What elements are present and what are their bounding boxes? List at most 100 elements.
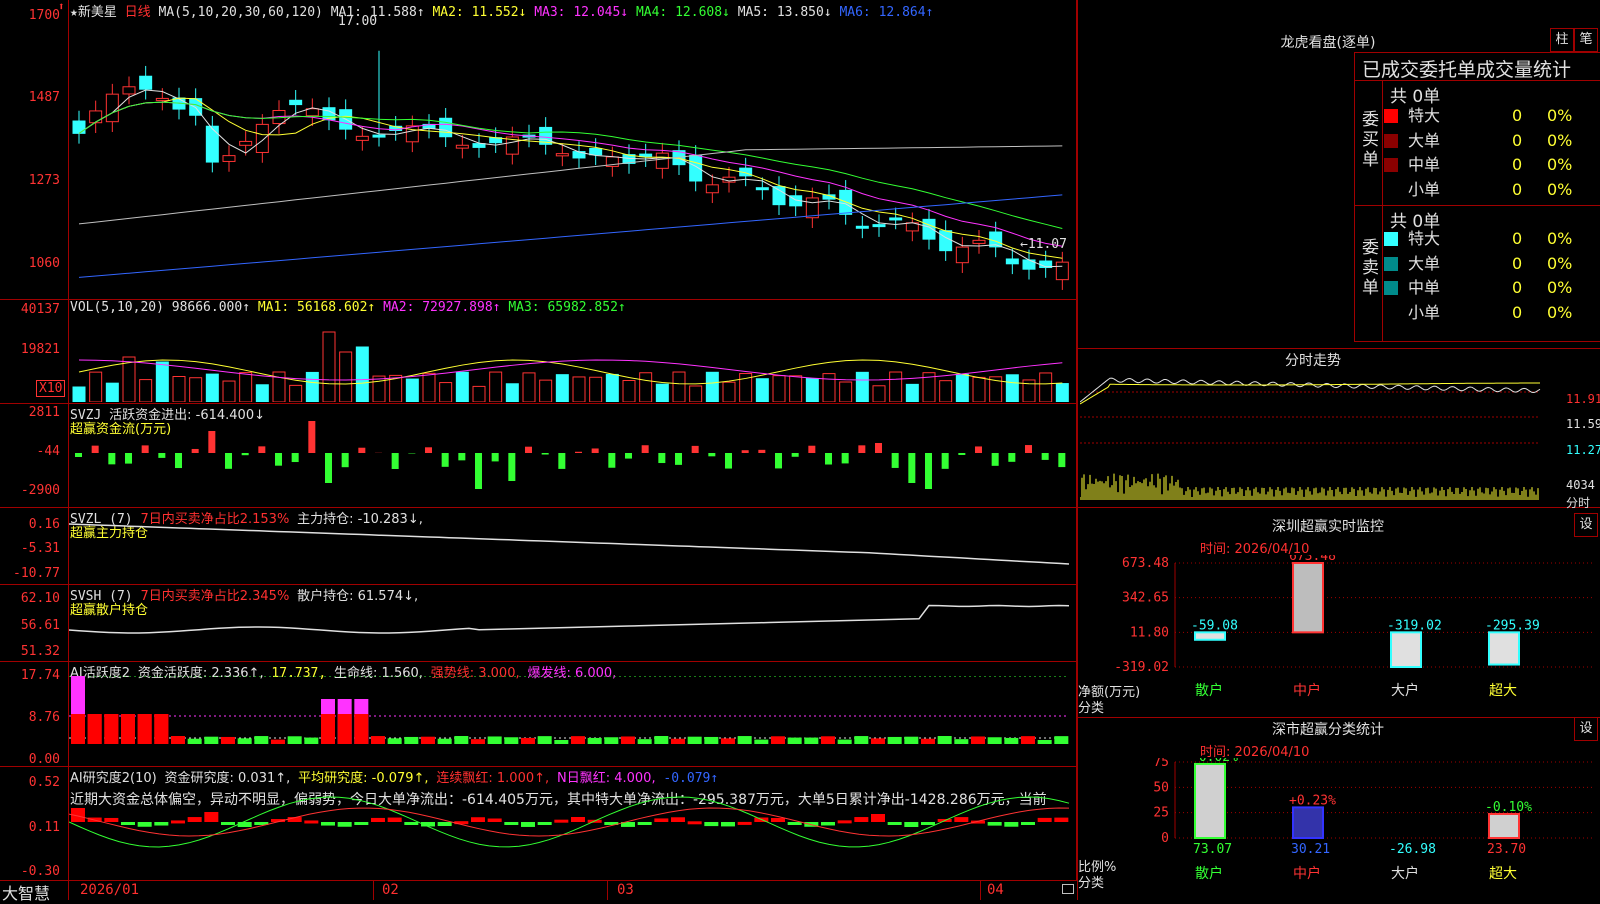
volume-bar	[856, 372, 868, 402]
activity-bar-base	[154, 714, 168, 744]
ma-line	[79, 98, 1062, 258]
svzj-ytick-0: 2811	[0, 405, 60, 420]
sz-monitor-chart[interactable]: 673.48342.6511.80-319.02-59.08散户673.48中户…	[1078, 555, 1600, 715]
sell-side-label: 委卖单	[1362, 238, 1380, 298]
activity-bar	[1021, 736, 1035, 744]
activity-bar	[971, 736, 985, 744]
vol-ma3: MA3: 65982.852↑	[508, 300, 625, 315]
candle	[973, 230, 985, 254]
activity-bar	[588, 738, 602, 744]
sell-row-count: 0	[1512, 252, 1522, 276]
sz-class-bar[interactable]	[1489, 814, 1519, 838]
volume-bar	[290, 385, 302, 402]
volume-bar	[756, 379, 768, 402]
research-bar	[338, 822, 352, 827]
fund-flow-chart[interactable]	[69, 418, 1075, 506]
lock-icon[interactable]	[1062, 884, 1074, 894]
volume-bar	[456, 372, 468, 402]
volume-bar	[73, 387, 85, 402]
sell-row-pct: 0%	[1547, 227, 1572, 251]
x-label-1: 02	[382, 882, 399, 898]
flow-bar	[475, 453, 482, 489]
dragon-tiger-divider-top	[1354, 80, 1600, 81]
activity-bar	[754, 740, 768, 744]
ai-research-avg: 平均研究度: -0.079↑,	[298, 771, 428, 786]
sz-class-bar[interactable]	[1293, 807, 1323, 838]
buy-row-pct: 0%	[1547, 178, 1572, 202]
activity-bar	[604, 737, 618, 744]
activity-bar	[471, 739, 485, 744]
volume-bar	[473, 386, 485, 402]
sz-class-settings-button[interactable]: 设	[1574, 717, 1598, 741]
svsh-ytick-1: 56.61	[0, 618, 60, 633]
flow-bar	[275, 453, 282, 466]
flow-bar	[225, 453, 232, 469]
sell-row-swatch	[1384, 257, 1398, 271]
main-chart-area[interactable]: ★新美星 日线 MA(5,10,20,30,60,120) MA1: 11.58…	[0, 0, 1077, 900]
ai-active-ytick-0: 17.74	[0, 668, 60, 683]
sz-class-chart[interactable]: 7550250-0.02%73.07散户+0.23%30.21中户-26.98大…	[1078, 758, 1600, 900]
sz-class-bar[interactable]	[1195, 764, 1225, 838]
flow-bar	[825, 453, 832, 465]
main-ytick-0: 1700	[0, 8, 60, 23]
buy-row-swatch	[1384, 183, 1398, 197]
sz-class-ytick: 0	[1161, 831, 1169, 846]
candlestick-chart[interactable]	[69, 14, 1075, 298]
dragon-tiger-subtitle: 已成交委托单成交量统计	[1362, 55, 1571, 82]
intraday-chart[interactable]	[1080, 366, 1542, 506]
svzl-ytick-1: -5.31	[0, 541, 60, 556]
volume-bar	[240, 373, 252, 402]
sz-class-title: 深市超赢分类统计	[1228, 719, 1428, 739]
sell-row-count: 0	[1512, 227, 1522, 251]
intraday-price-0: 11.91	[1566, 392, 1600, 406]
activity-bar-base	[321, 714, 335, 744]
svsh-ytick-0: 62.10	[0, 591, 60, 606]
sz-class-change-label: -0.10%	[1485, 800, 1532, 815]
activity-bar	[488, 736, 502, 744]
candle	[940, 220, 952, 261]
candle	[290, 90, 302, 115]
research-bar	[504, 822, 518, 825]
intraday-vol: 4034	[1566, 478, 1595, 492]
sz-monitor-bar[interactable]	[1293, 563, 1323, 632]
sell-row-label: 中单	[1408, 276, 1440, 300]
activity-bar	[921, 739, 935, 744]
flow-bar	[792, 453, 799, 457]
activity-bar-base	[354, 714, 368, 744]
volume-bar	[906, 384, 918, 402]
sz-monitor-bar[interactable]	[1391, 632, 1421, 667]
candle	[773, 176, 785, 215]
volume-chart[interactable]	[69, 314, 1075, 402]
sz-monitor-settings-button[interactable]: 设	[1574, 513, 1598, 537]
activity-bar	[854, 736, 868, 744]
activity-bar	[804, 738, 818, 744]
flow-bar	[292, 453, 299, 462]
volume-bar	[806, 379, 818, 402]
sz-monitor-bar[interactable]	[1489, 632, 1519, 664]
volume-bar	[623, 380, 635, 402]
ma-line	[79, 102, 1062, 228]
high-price-mark: 17.00	[338, 14, 377, 29]
tick-view-button[interactable]: 笔	[1574, 28, 1598, 52]
ai-active-ytick-1: 8.76	[0, 710, 60, 725]
activity-bar-base	[121, 714, 135, 744]
flow-bar	[642, 445, 649, 453]
sz-monitor-bottom-border	[1078, 717, 1600, 718]
activity-bar	[1038, 740, 1052, 744]
bar-view-button[interactable]: 柱	[1550, 28, 1574, 52]
research-bar	[304, 820, 318, 823]
candle	[256, 114, 268, 163]
sz-monitor-bar[interactable]	[1195, 632, 1225, 639]
sz-class-category: 超大	[1489, 866, 1517, 882]
activity-bar	[521, 738, 535, 744]
activity-bar	[988, 737, 1002, 744]
candle	[440, 108, 452, 147]
main-force-chart[interactable]	[69, 522, 1075, 584]
flow-bar	[142, 445, 149, 453]
retail-hold-chart[interactable]	[69, 600, 1075, 660]
activity-chart[interactable]	[69, 676, 1075, 766]
buy-row-label: 大单	[1408, 129, 1440, 153]
research-bar	[388, 818, 402, 822]
research-chart[interactable]	[69, 786, 1075, 880]
sell-row-1: 大单00%	[1382, 252, 1572, 276]
